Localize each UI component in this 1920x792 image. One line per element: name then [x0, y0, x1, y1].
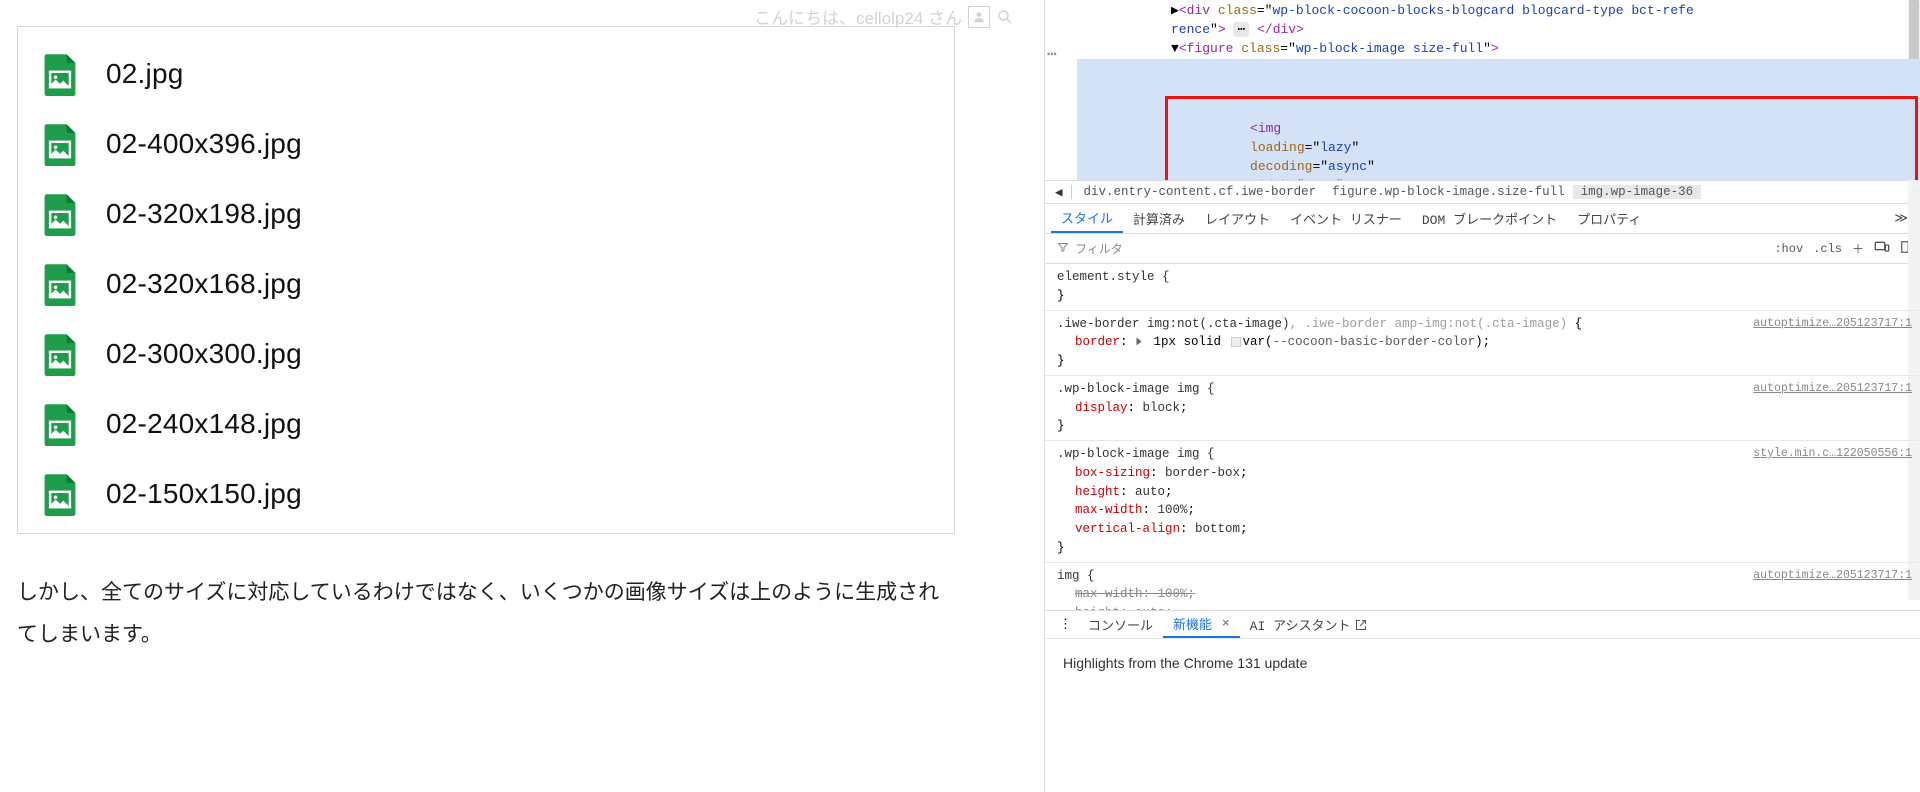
file-row: 02-150x150.jpg	[38, 459, 934, 529]
tab-event-listeners[interactable]: イベント リスナー	[1280, 204, 1412, 233]
image-file-icon	[38, 472, 82, 516]
file-row: 02-320x168.jpg	[38, 249, 934, 319]
drawer-tabs: ⋮ コンソール 新機能 × AI アシスタント	[1045, 611, 1920, 639]
article-paragraph: しかし、全てのサイズに対応しているわけではなく、いくつかの画像サイズは上のように…	[17, 572, 953, 656]
cls-toggle[interactable]: .cls	[1813, 242, 1842, 256]
breadcrumb-item[interactable]: div.entry-content.cf.iwe-border	[1076, 185, 1325, 199]
image-file-icon	[38, 52, 82, 96]
image-file-icon	[38, 192, 82, 236]
hov-toggle[interactable]: :hov	[1774, 242, 1803, 256]
style-source-link[interactable]: autoptimize…205123717:1	[1753, 567, 1912, 584]
style-rule[interactable]: autoptimize…205123717:1 .wp-block-image …	[1045, 376, 1920, 441]
style-rule[interactable]: style.min.c…122050556:1 .wp-block-image …	[1045, 441, 1920, 563]
file-name: 02.jpg	[106, 58, 184, 90]
device-icon[interactable]	[1874, 240, 1890, 258]
file-list-box: 02.jpg 02-400x396.jpg 02-320x198.jpg 02-…	[17, 26, 955, 534]
dom-node[interactable]: rence"> ⋯ </div>	[1077, 21, 1920, 40]
tab-styles[interactable]: スタイル	[1051, 204, 1123, 233]
tab-properties[interactable]: プロパティ	[1567, 204, 1651, 233]
filter-placeholder: フィルタ	[1075, 240, 1123, 257]
new-style-rule-icon[interactable]: ＋	[1852, 240, 1864, 257]
styles-rules[interactable]: element.style { } autoptimize…205123717:…	[1045, 264, 1920, 620]
file-name: 02-300x300.jpg	[106, 338, 302, 370]
file-name: 02-320x198.jpg	[106, 198, 302, 230]
image-file-icon	[38, 122, 82, 166]
breadcrumb-item-selected[interactable]: img.wp-image-36	[1573, 185, 1702, 199]
avatar-icon[interactable]	[968, 6, 990, 28]
elements-tree[interactable]: ⋯ ▶<div class="wp-block-cocoon-blocks-bl…	[1045, 0, 1920, 180]
more-tabs-icon[interactable]: ⋮	[1053, 617, 1078, 632]
search-icon[interactable]	[996, 8, 1014, 26]
tab-computed[interactable]: 計算済み	[1123, 204, 1195, 233]
drawer-tab-whatsnew[interactable]: 新機能 ×	[1163, 611, 1240, 638]
selected-dom-node[interactable]: <img loading="lazy" decoding="async" wid…	[1077, 59, 1920, 180]
styles-filter-row: フィルタ :hov .cls ＋	[1045, 234, 1920, 264]
drawer-tab-console[interactable]: コンソール	[1078, 611, 1163, 638]
whatsnew-heading: Highlights from the Chrome 131 update	[1063, 655, 1902, 671]
file-name: 02-240x148.jpg	[106, 408, 302, 440]
style-source-link[interactable]: style.min.c…122050556:1	[1753, 445, 1912, 462]
image-file-icon	[38, 402, 82, 446]
style-source-link[interactable]: autoptimize…205123717:1	[1753, 380, 1912, 397]
file-row: 02.jpg	[38, 39, 934, 109]
file-name: 02-400x396.jpg	[106, 128, 302, 160]
style-rule[interactable]: autoptimize…205123717:1 .iwe-border img:…	[1045, 311, 1920, 376]
filter-input[interactable]: フィルタ	[1051, 240, 1774, 257]
styles-tabs: スタイル 計算済み レイアウト イベント リスナー DOM ブレークポイント プ…	[1045, 204, 1920, 234]
tab-layout[interactable]: レイアウト	[1195, 204, 1280, 233]
dom-node[interactable]: ▼<figure class="wp-block-image size-full…	[1077, 40, 1920, 59]
style-rule[interactable]: element.style { }	[1045, 264, 1920, 311]
devtools-panel: ⋯ ▶<div class="wp-block-cocoon-blocks-bl…	[1044, 0, 1920, 792]
image-file-icon	[38, 332, 82, 376]
breadcrumb-prev-icon[interactable]: ◀	[1051, 184, 1067, 200]
file-row: 02-400x396.jpg	[38, 109, 934, 179]
file-row: 02-240x148.jpg	[38, 389, 934, 459]
drawer-body: Highlights from the Chrome 131 update	[1045, 639, 1920, 687]
breadcrumb-item[interactable]: figure.wp-block-image.size-full	[1324, 185, 1573, 199]
external-link-icon	[1355, 619, 1367, 631]
file-row: 02-320x198.jpg	[38, 179, 934, 249]
tab-dom-breakpoints[interactable]: DOM ブレークポイント	[1412, 204, 1567, 233]
file-row: 02-300x300.jpg	[38, 319, 934, 389]
drawer-tab-ai-assistant[interactable]: AI アシスタント	[1240, 611, 1377, 638]
file-name: 02-150x150.jpg	[106, 478, 302, 510]
image-file-icon	[38, 262, 82, 306]
devtools-drawer: ⋮ コンソール 新機能 × AI アシスタント Highlights from …	[1045, 610, 1920, 792]
close-icon[interactable]: ×	[1214, 616, 1230, 631]
style-source-link[interactable]: autoptimize…205123717:1	[1753, 315, 1912, 332]
filter-icon	[1057, 241, 1069, 257]
collapse-indicator[interactable]: ⋯	[1047, 44, 1057, 67]
file-name: 02-320x168.jpg	[106, 268, 302, 300]
article-content-panel: こんにちは、cellolp24 さん 02.jpg 02-400x396.jpg	[0, 0, 1044, 792]
dom-node[interactable]: ▶<div class="wp-block-cocoon-blocks-blog…	[1077, 2, 1920, 21]
dom-breadcrumb: ◀ div.entry-content.cf.iwe-border figure…	[1045, 180, 1920, 204]
